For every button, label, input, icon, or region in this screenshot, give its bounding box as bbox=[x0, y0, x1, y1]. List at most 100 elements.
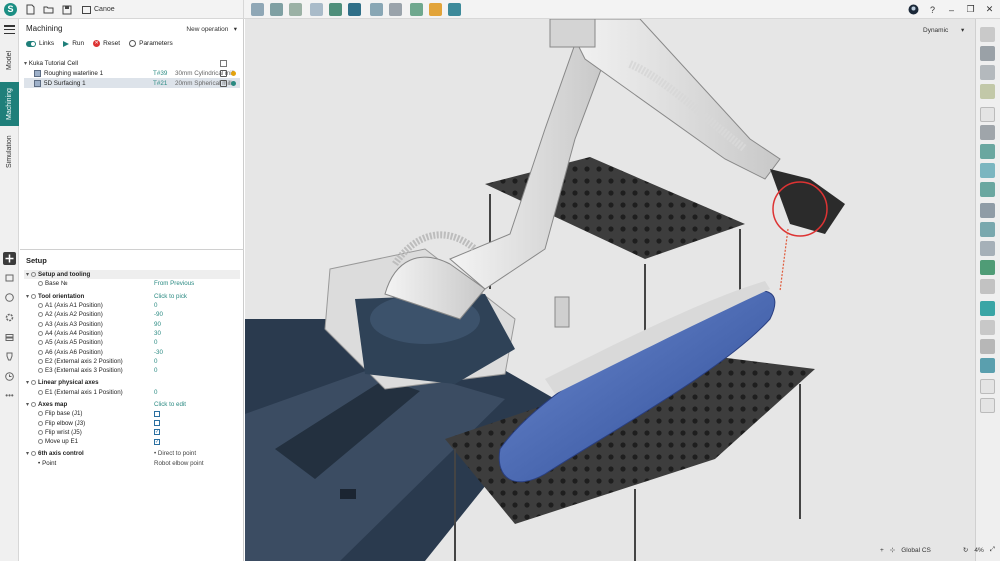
green-box-icon[interactable] bbox=[980, 260, 995, 275]
refresh-icon[interactable]: ↻ bbox=[963, 546, 968, 554]
app-logo-icon[interactable]: S bbox=[4, 3, 17, 16]
prop-row[interactable]: • Point Robot elbow point bbox=[24, 459, 240, 468]
expand-icon[interactable]: ⤢ bbox=[990, 546, 995, 554]
help-icon[interactable]: ? bbox=[926, 3, 939, 16]
prop-value[interactable]: 90 bbox=[154, 321, 161, 328]
tool-icon[interactable] bbox=[3, 350, 16, 363]
prop-row[interactable]: Move up E1 ✓ bbox=[24, 437, 240, 446]
coord-system-label[interactable]: Global CS bbox=[901, 547, 931, 554]
parameters-button[interactable]: Parameters bbox=[129, 40, 173, 47]
prop-value[interactable]: 0 bbox=[154, 358, 157, 365]
postprocessor-icon[interactable] bbox=[429, 3, 442, 16]
gear-icon[interactable] bbox=[3, 311, 16, 324]
add-icon[interactable]: + bbox=[880, 547, 884, 554]
restore-icon[interactable]: ❐ bbox=[964, 3, 977, 16]
compass-icon[interactable] bbox=[3, 291, 16, 304]
fit-view-icon[interactable] bbox=[980, 27, 995, 42]
toolpath-icon[interactable] bbox=[980, 203, 995, 218]
link-icon[interactable] bbox=[370, 3, 383, 16]
chart-icon[interactable] bbox=[980, 379, 995, 394]
prop-value[interactable]: Click to pick bbox=[154, 293, 187, 300]
save-icon[interactable] bbox=[60, 3, 73, 16]
prop-row[interactable]: E2 (External axis 2 Position) 0 bbox=[24, 357, 240, 366]
point-icon[interactable] bbox=[980, 301, 995, 316]
prop-value[interactable]: 0 bbox=[154, 302, 157, 309]
group-linear-axes[interactable]: ▾ Linear physical axes bbox=[24, 378, 240, 387]
minimize-icon[interactable]: – bbox=[945, 3, 958, 16]
checkbox[interactable]: ✓ bbox=[154, 429, 160, 436]
close-icon[interactable]: ✕ bbox=[983, 3, 996, 16]
view-mode-dropdown[interactable]: Dynamic ▾ bbox=[923, 26, 964, 34]
checkbox[interactable] bbox=[154, 410, 160, 417]
prop-value[interactable]: Robot elbow point bbox=[154, 460, 204, 467]
workpiece-icon[interactable] bbox=[270, 3, 283, 16]
new-operation-dropdown[interactable]: New operation ▾ bbox=[186, 25, 237, 33]
group-setup-tooling[interactable]: ▾ Setup and tooling bbox=[24, 270, 240, 280]
robot-icon[interactable] bbox=[329, 3, 342, 16]
prop-row[interactable]: A3 (Axis A3 Position) 90 bbox=[24, 319, 240, 328]
open-folder-icon[interactable] bbox=[42, 3, 55, 16]
prop-value[interactable]: 0 bbox=[154, 339, 157, 346]
tab-machining[interactable]: Machining bbox=[0, 82, 19, 126]
links-toggle[interactable]: Links bbox=[26, 40, 54, 47]
collapse-icon[interactable]: ▾ bbox=[26, 450, 29, 457]
prop-row[interactable]: A1 (Axis A1 Position) 0 bbox=[24, 301, 240, 310]
checkbox-icon[interactable] bbox=[220, 69, 227, 77]
prop-row[interactable]: E1 (External axis 1 Position) 0 bbox=[24, 388, 240, 397]
robot-view-icon[interactable] bbox=[980, 125, 995, 140]
shading-icon[interactable] bbox=[980, 65, 995, 80]
setup-icon[interactable] bbox=[3, 252, 16, 265]
sphere-view-icon[interactable] bbox=[980, 46, 995, 61]
cylinder-icon[interactable] bbox=[980, 163, 995, 178]
prop-value[interactable]: 0 bbox=[154, 367, 157, 374]
table-icon[interactable] bbox=[389, 3, 402, 16]
stock-icon[interactable] bbox=[289, 3, 302, 16]
clock-icon[interactable] bbox=[3, 370, 16, 383]
prop-value[interactable]: Click to edit bbox=[154, 401, 186, 408]
reset-button[interactable]: ✕ Reset bbox=[93, 40, 120, 47]
more-icon[interactable]: ••• bbox=[3, 389, 16, 402]
copy-icon[interactable] bbox=[220, 59, 227, 67]
prop-row[interactable]: A6 (Axis A6 Position) -30 bbox=[24, 347, 240, 356]
panel-divider[interactable] bbox=[20, 249, 244, 250]
prop-row[interactable]: Flip elbow (J3) bbox=[24, 418, 240, 427]
prop-row[interactable]: Base № From Previous bbox=[24, 279, 240, 288]
operation-row[interactable]: Roughing waterline 1 T#39 30mm Cylindric… bbox=[24, 68, 240, 78]
cube-icon[interactable] bbox=[448, 3, 461, 16]
group-6th-axis[interactable]: ▾ 6th axis control • Direct to point bbox=[24, 449, 240, 458]
surface-icon[interactable] bbox=[980, 339, 995, 354]
tab-simulation[interactable]: Simulation bbox=[0, 127, 19, 177]
iso-view-icon[interactable] bbox=[980, 84, 995, 99]
prop-row[interactable]: Flip base (J1) bbox=[24, 409, 240, 418]
checkbox-icon[interactable] bbox=[220, 79, 227, 87]
prop-value[interactable]: -90 bbox=[154, 311, 163, 318]
prop-value[interactable]: From Previous bbox=[154, 280, 194, 287]
stock-view-icon[interactable] bbox=[980, 222, 995, 237]
prop-row[interactable]: E3 (External axis 3 Position) 0 bbox=[24, 366, 240, 375]
tool-holder-icon[interactable] bbox=[3, 271, 16, 284]
prop-value[interactable]: 0 bbox=[154, 389, 157, 396]
prop-row[interactable]: Flip wrist (J5) ✓ bbox=[24, 428, 240, 437]
collapse-icon[interactable]: ▾ bbox=[26, 293, 29, 300]
printer-icon[interactable] bbox=[980, 107, 995, 122]
collapse-icon[interactable]: ▾ bbox=[26, 271, 29, 278]
prop-value[interactable]: • Direct to point bbox=[154, 450, 196, 457]
new-file-icon[interactable] bbox=[24, 3, 37, 16]
collapse-icon[interactable]: ▾ bbox=[26, 379, 29, 386]
prop-row[interactable]: A5 (Axis A5 Position) 0 bbox=[24, 338, 240, 347]
account-icon[interactable] bbox=[907, 3, 920, 16]
operation-row-selected[interactable]: 5D Surfacing 1 T#21 20mm Spherical mill bbox=[24, 78, 240, 88]
import-model-icon[interactable] bbox=[251, 3, 264, 16]
image-icon[interactable] bbox=[410, 3, 423, 16]
layers-icon[interactable] bbox=[3, 331, 16, 344]
checkbox[interactable] bbox=[154, 420, 160, 427]
prop-row[interactable]: A2 (Axis A2 Position) -90 bbox=[24, 310, 240, 319]
checkbox[interactable]: ✓ bbox=[154, 438, 160, 445]
fixture-view-icon[interactable] bbox=[980, 241, 995, 256]
menu-icon[interactable] bbox=[4, 25, 15, 34]
cube-view-icon[interactable] bbox=[980, 358, 995, 373]
tool-view-icon[interactable] bbox=[980, 144, 995, 159]
fixture-icon[interactable] bbox=[348, 3, 361, 16]
section-icon[interactable] bbox=[980, 279, 995, 294]
document-tab[interactable]: Canoe bbox=[82, 3, 115, 16]
